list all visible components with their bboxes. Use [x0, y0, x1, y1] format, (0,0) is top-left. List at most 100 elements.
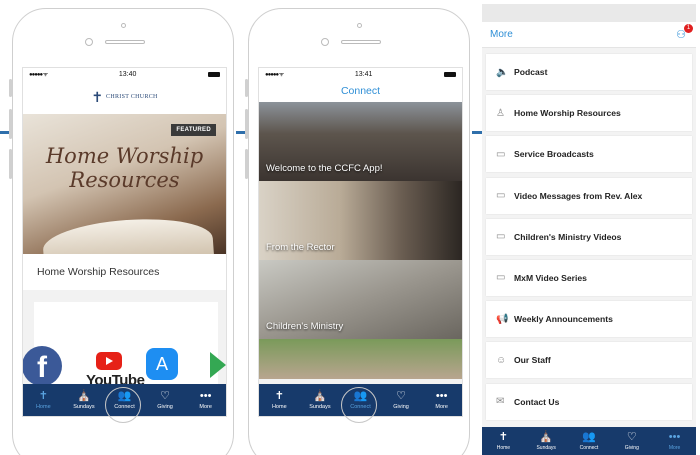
menu-item-label: Home Worship Resources: [514, 108, 621, 119]
tab-sundays[interactable]: ⛪ Sundays: [300, 384, 341, 416]
menu-item-podcast[interactable]: 🔈 Podcast: [486, 54, 692, 90]
status-time: 13:40: [118, 70, 137, 78]
tile-label: Welcome to the CCFC App!: [266, 163, 383, 174]
tab-giving[interactable]: ♡ Giving: [145, 384, 186, 416]
youtube-icon[interactable]: [96, 352, 122, 370]
tab-label: Sundays: [536, 445, 556, 451]
home-screen: ●●●●● ᯤ 13:40 ✝ CHRIST CHURCH Home Worsh…: [22, 67, 227, 417]
tab-label: Giving: [393, 404, 409, 410]
user-icon[interactable]: ⚇ 1: [674, 23, 693, 42]
tab-more[interactable]: ••• More: [185, 384, 226, 416]
speaker-icon: 🔈: [496, 66, 509, 78]
menu-item-label: Service Broadcasts: [514, 149, 594, 160]
tab-label: Sundays: [73, 404, 95, 410]
menu-item-childrens-videos[interactable]: ▭ Children's Ministry Videos: [486, 218, 692, 255]
menu-item-label: MxM Video Series: [514, 272, 587, 283]
app-store-icon[interactable]: A: [146, 348, 178, 380]
menu-item-home-worship[interactable]: ♙ Home Worship Resources: [486, 95, 692, 132]
church-icon: ⛪: [313, 390, 327, 402]
church-icon: ⛪: [77, 390, 91, 402]
bible-image: [41, 214, 215, 254]
menu-item-label: Weekly Announcements: [514, 314, 613, 325]
iphone-frame-home: ●●●●● ᯤ 13:40 ✝ CHRIST CHURCH Home Worsh…: [9, 8, 234, 455]
tile-label: Children's Ministry: [266, 321, 344, 332]
more-icon: •••: [668, 431, 681, 443]
featured-badge: FEATURED: [171, 124, 216, 136]
connector-line: [472, 131, 482, 134]
tab-home[interactable]: ✝ Home: [482, 427, 525, 455]
menu-item-video-messages[interactable]: ▭ Video Messages from Rev. Alex: [486, 177, 692, 214]
megaphone-icon: 📢: [496, 313, 509, 325]
side-button: [9, 149, 12, 179]
tab-label: Home: [35, 404, 51, 410]
menu-item-service-broadcasts[interactable]: ▭ Service Broadcasts: [486, 136, 692, 173]
cross-logo-icon: ✝: [91, 88, 104, 105]
menu-item-our-staff[interactable]: ☺ Our Staff: [486, 342, 692, 379]
more-icon: •••: [435, 390, 448, 402]
tile-partial[interactable]: [259, 339, 462, 379]
iphone-frame-connect: ●●●●● ᯤ 13:41 Connect Welcome to the CCF…: [245, 8, 470, 455]
tab-label: Home: [271, 404, 287, 410]
tile-label: From the Rector: [266, 242, 335, 253]
tile-childrens-ministry[interactable]: Children's Ministry: [259, 260, 462, 339]
heart-icon: ♡: [626, 431, 637, 443]
tab-giving[interactable]: ♡ Giving: [610, 427, 653, 455]
google-play-icon[interactable]: [210, 352, 226, 378]
app-header: More ⚇ 1: [482, 22, 696, 48]
more-icon: •••: [199, 390, 212, 402]
tab-label: More: [435, 404, 448, 410]
church-icon: ⛪: [539, 431, 554, 443]
tab-more[interactable]: ••• More: [653, 427, 696, 455]
status-bar: [482, 4, 696, 22]
menu-item-mxm-series[interactable]: ▭ MxM Video Series: [486, 259, 692, 296]
camera: [121, 23, 126, 28]
menu-item-contact-us[interactable]: ✉ Contact Us: [486, 383, 692, 420]
tab-label: Giving: [157, 404, 173, 410]
tab-more[interactable]: ••• More: [421, 384, 462, 416]
tab-connect[interactable]: 👥 Connect: [568, 427, 611, 455]
staff-icon: ☺: [496, 354, 507, 366]
cross-icon: ✝: [274, 390, 284, 402]
tab-giving[interactable]: ♡ Giving: [381, 384, 422, 416]
battery-icon: [207, 71, 220, 77]
side-button: [245, 109, 248, 139]
featured-image-title: Home Worship Resources: [45, 144, 204, 193]
connect-screen: ●●●●● ᯤ 13:41 Connect Welcome to the CCF…: [258, 67, 463, 417]
tile-welcome[interactable]: Welcome to the CCFC App!: [259, 102, 462, 181]
menu-item-label: Podcast: [514, 67, 548, 77]
heart-icon: ♡: [396, 390, 407, 402]
video-icon: ▭: [496, 231, 506, 243]
android-more-screen: More ⚇ 1 🔈 Podcast ♙ Home Worship Resources…: [482, 4, 696, 455]
menu-item-label: Video Messages from Rev. Alex: [514, 190, 643, 201]
menu-item-announcements[interactable]: 📢 Weekly Announcements: [486, 301, 692, 338]
notification-badge: 1: [684, 23, 693, 33]
tab-sundays[interactable]: ⛪ Sundays: [525, 427, 568, 455]
menu-item-label: Children's Ministry Videos: [514, 231, 622, 242]
featured-caption[interactable]: Home Worship Resources: [23, 254, 226, 290]
signal-indicator: ●●●●● ᯤ: [265, 72, 284, 78]
tab-sundays[interactable]: ⛪ Sundays: [64, 384, 105, 416]
tab-label: Home: [496, 445, 511, 451]
heart-icon: ♡: [160, 390, 171, 402]
tile-rector[interactable]: From the Rector: [259, 181, 462, 260]
menu-item-label: Our Staff: [514, 355, 551, 366]
tab-label: Giving: [624, 445, 639, 451]
logo-text: CHRIST CHURCH: [106, 93, 158, 100]
tab-label: More: [668, 445, 681, 451]
tab-label: Sundays: [309, 404, 331, 410]
camera: [357, 23, 362, 28]
app-showcase: ●●●●● ᯤ 13:40 ✝ CHRIST CHURCH Home Worsh…: [0, 0, 700, 455]
menu-item-label: Contact Us: [514, 396, 560, 407]
earpiece-speaker: [341, 40, 381, 44]
battery-icon: [443, 71, 456, 77]
featured-banner[interactable]: Home Worship Resources FEATURED: [23, 114, 226, 254]
tab-home[interactable]: ✝ Home: [259, 384, 300, 416]
facebook-icon[interactable]: f: [23, 346, 62, 386]
tab-label: More: [199, 404, 212, 410]
earpiece-speaker: [105, 40, 145, 44]
more-menu-list: 🔈 Podcast ♙ Home Worship Resources ▭ Servic…: [482, 48, 696, 420]
tab-home[interactable]: ✝ Home: [23, 384, 64, 416]
person-pray-icon: ♙: [496, 107, 505, 119]
home-button: [341, 387, 377, 423]
video-icon: ▭: [496, 148, 506, 160]
